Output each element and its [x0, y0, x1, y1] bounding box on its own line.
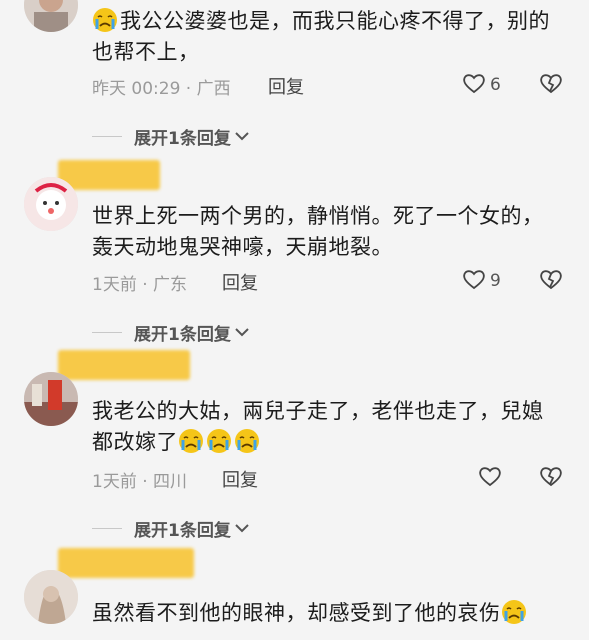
expand-replies-button[interactable]: 展开1条回复 [92, 320, 250, 345]
broken-heart-icon[interactable] [538, 72, 564, 98]
comment-time: 1天前 · 广东 [92, 275, 188, 295]
divider-line [92, 331, 122, 334]
chevron-down-icon [234, 323, 250, 342]
like-button[interactable] [478, 465, 502, 491]
username-redacted [58, 160, 160, 190]
comment-meta: 昨天 00:29 · 广西 [92, 74, 231, 99]
chevron-down-icon [234, 519, 250, 538]
expand-label: 展开1条回复 [134, 521, 231, 541]
expand-label: 展开1条回复 [134, 129, 231, 149]
crying-face-emoji [234, 428, 260, 454]
expand-label: 展开1条回复 [134, 325, 231, 345]
comment-text: 世界上死一两个男的，静悄悄。死了一个女的，轰天动地鬼哭神嚎，天崩地裂。 [92, 204, 544, 259]
avatar[interactable] [24, 570, 78, 624]
like-button[interactable]: 9 [462, 268, 501, 294]
like-count: 9 [490, 271, 501, 291]
heart-outline-icon [478, 465, 502, 491]
broken-heart-icon[interactable] [538, 268, 564, 294]
comment-time: 昨天 00:29 · 广西 [92, 79, 231, 99]
expand-replies-button[interactable]: 展开1条回复 [92, 124, 250, 149]
divider-line [92, 527, 122, 530]
reply-button[interactable]: 回复 [222, 269, 258, 295]
avatar[interactable] [24, 0, 78, 32]
broken-heart-icon[interactable] [538, 465, 564, 491]
comment-list: 我公公婆婆也是，而我只能心疼不得了，别的也帮不上， 昨天 00:29 · 广西 … [0, 0, 589, 640]
reply-button[interactable]: 回复 [268, 73, 304, 99]
divider-line [92, 135, 122, 138]
comment-text: 我公公婆婆也是，而我只能心疼不得了，别的也帮不上， [92, 7, 550, 64]
avatar[interactable] [24, 177, 78, 231]
comment-text: 我老公的大姑，兩兒子走了，老伴也走了，兒媳都改嫁了 [92, 399, 544, 454]
username-redacted [58, 548, 194, 578]
chevron-down-icon [234, 127, 250, 146]
comment-text: 虽然看不到他的眼神，却感受到了他的哀伤 [92, 598, 562, 629]
crying-face-emoji [92, 7, 118, 33]
comment-meta: 1天前 · 广东 [92, 270, 187, 295]
comment-time: 1天前 · 四川 [92, 472, 188, 492]
like-count: 6 [490, 75, 501, 95]
like-button[interactable]: 6 [462, 72, 501, 98]
comment-meta: 1天前 · 四川 [92, 467, 187, 492]
heart-outline-icon [462, 268, 486, 294]
heart-outline-icon [462, 72, 486, 98]
avatar[interactable] [24, 372, 78, 426]
username-redacted [58, 350, 190, 380]
reply-button[interactable]: 回复 [222, 466, 258, 492]
expand-replies-button[interactable]: 展开1条回复 [92, 516, 250, 541]
crying-face-emoji [206, 428, 232, 454]
crying-face-emoji [501, 599, 527, 625]
crying-face-emoji [178, 428, 204, 454]
